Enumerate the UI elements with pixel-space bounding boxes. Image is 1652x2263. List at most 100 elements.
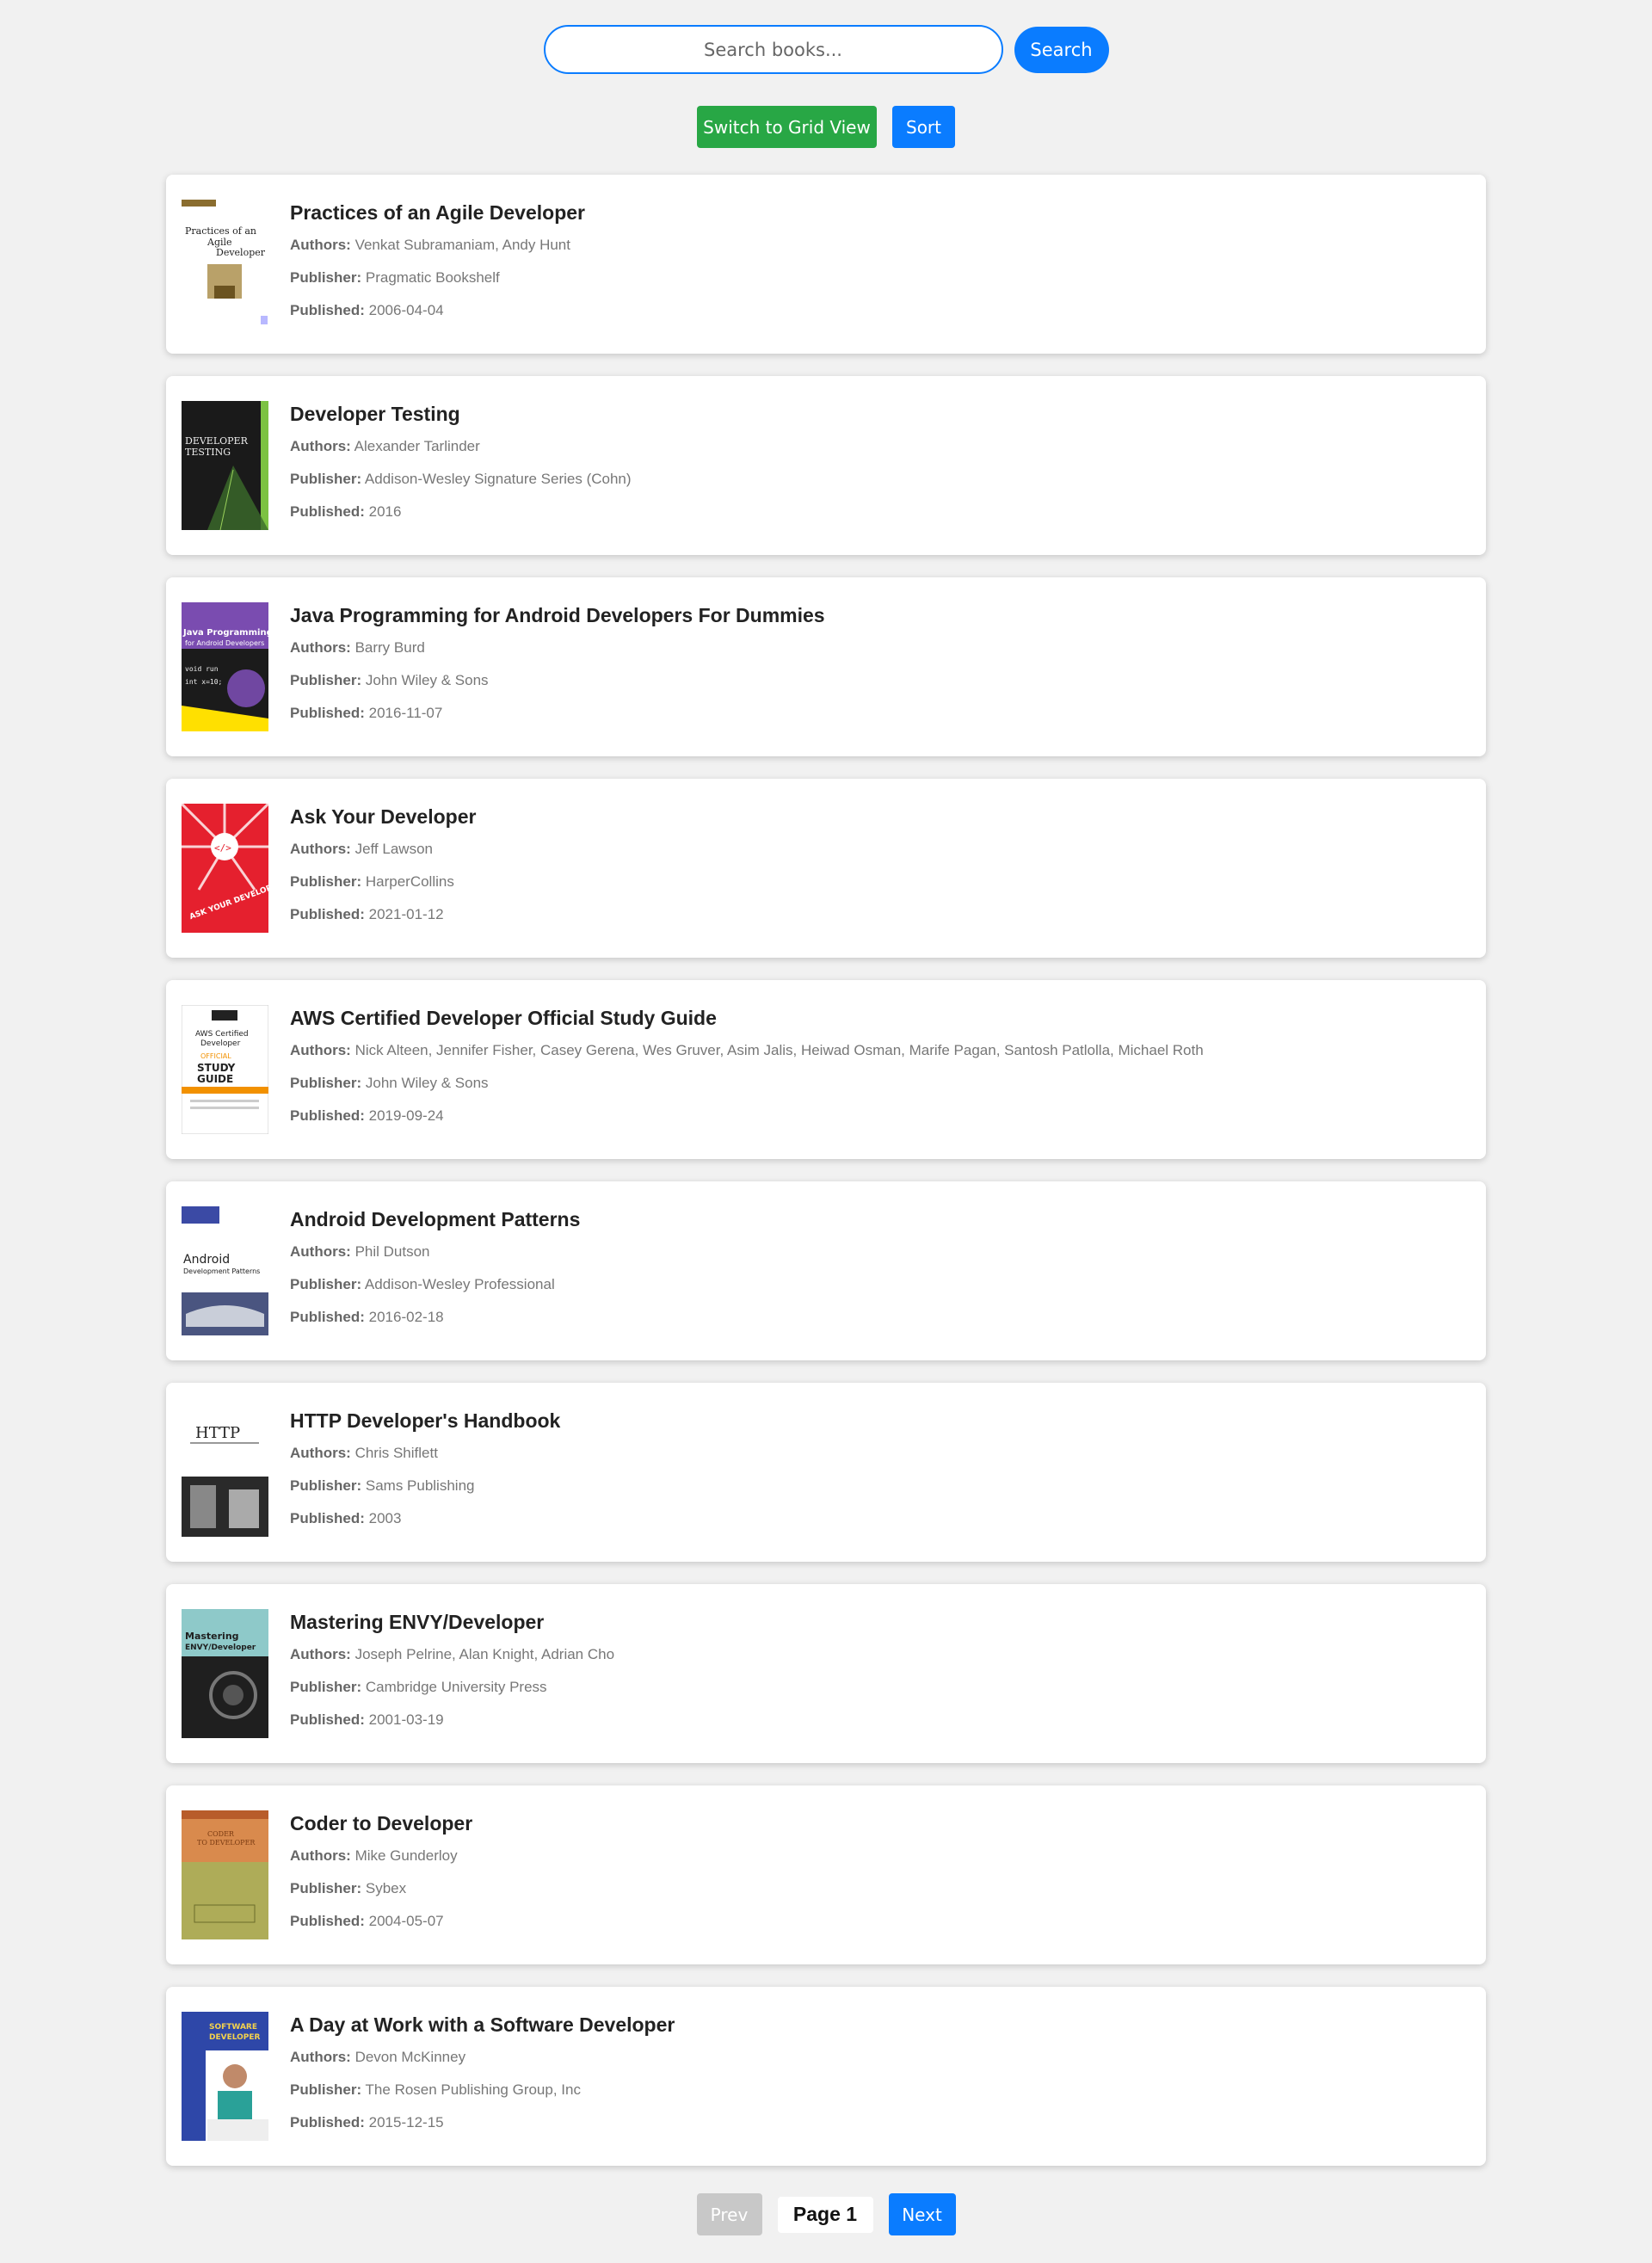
book-authors: Authors: Phil Dutson xyxy=(290,1242,1469,1261)
authors-label: Authors: xyxy=(290,1646,351,1662)
book-card[interactable]: Java Programming for Android Developers … xyxy=(166,577,1486,756)
publisher-value: Sybex xyxy=(365,1880,407,1896)
book-info: Developer Testing Authors: Alexander Tar… xyxy=(290,402,1469,521)
publisher-value: The Rosen Publishing Group, Inc xyxy=(365,2081,581,2098)
published-value: 2015-12-15 xyxy=(368,2114,444,2130)
svg-text:DEVELOPER: DEVELOPER xyxy=(209,2033,261,2042)
book-title[interactable]: Developer Testing xyxy=(290,402,1469,426)
book-card[interactable]: </> ASK YOUR DEVELOPER Ask Your Develope… xyxy=(166,779,1486,958)
view-controls: Switch to Grid View Sort xyxy=(0,106,1652,148)
book-publisher: Publisher: Addison-Wesley Signature Seri… xyxy=(290,470,1469,488)
publisher-label: Publisher: xyxy=(290,1679,362,1695)
book-info: Android Development Patterns Authors: Ph… xyxy=(290,1207,1469,1326)
publisher-value: Cambridge University Press xyxy=(365,1679,547,1695)
book-authors: Authors: Barry Burd xyxy=(290,638,1469,657)
publisher-value: HarperCollins xyxy=(365,873,454,890)
book-card[interactable]: DEVELOPER TESTING Developer Testing Auth… xyxy=(166,376,1486,555)
book-card[interactable]: Android Development Patterns Android Dev… xyxy=(166,1181,1486,1360)
authors-label: Authors: xyxy=(290,639,351,656)
book-title[interactable]: Ask Your Developer xyxy=(290,805,1469,829)
published-value: 2021-01-12 xyxy=(368,906,444,922)
book-card[interactable]: CODER TO DEVELOPER Coder to Developer Au… xyxy=(166,1785,1486,1964)
book-publisher: Publisher: Cambridge University Press xyxy=(290,1678,1469,1696)
search-button[interactable]: Search xyxy=(1014,26,1109,73)
search-input[interactable] xyxy=(543,25,1003,74)
publisher-value: Pragmatic Bookshelf xyxy=(365,269,500,286)
book-title[interactable]: Android Development Patterns xyxy=(290,1207,1469,1231)
book-card[interactable]: Practices of an Agile Developer Practice… xyxy=(166,175,1486,354)
book-card[interactable]: Mastering ENVY/Developer Mastering ENVY/… xyxy=(166,1584,1486,1763)
book-cover-java-android-dummies: Java Programming for Android Developers … xyxy=(182,602,268,731)
book-search-page: Search Switch to Grid View Sort Practice… xyxy=(0,0,1652,2263)
book-publisher: Publisher: Sams Publishing xyxy=(290,1477,1469,1495)
publisher-label: Publisher: xyxy=(290,672,362,688)
authors-value: Phil Dutson xyxy=(354,1243,430,1260)
book-card[interactable]: HTTP HTTP Developer's Handbook Authors: … xyxy=(166,1383,1486,1562)
authors-value: Chris Shiflett xyxy=(354,1445,438,1461)
book-publisher: Publisher: John Wiley & Sons xyxy=(290,1074,1469,1092)
book-card[interactable]: AWS Certified Developer OFFICIAL STUDY G… xyxy=(166,980,1486,1159)
authors-label: Authors: xyxy=(290,2049,351,2065)
published-value: 2004-05-07 xyxy=(368,1913,444,1929)
svg-text:SOFTWARE: SOFTWARE xyxy=(209,2023,257,2032)
book-title[interactable]: Mastering ENVY/Developer xyxy=(290,1610,1469,1634)
prev-page-button[interactable]: Prev xyxy=(696,2193,762,2235)
svg-text:</>: </> xyxy=(214,842,231,854)
authors-value: Devon McKinney xyxy=(354,2049,466,2065)
published-value: 2006-04-04 xyxy=(368,302,444,318)
book-title[interactable]: HTTP Developer's Handbook xyxy=(290,1409,1469,1433)
book-published: Published: 2004-05-07 xyxy=(290,1912,1469,1930)
authors-label: Authors: xyxy=(290,237,351,253)
book-authors: Authors: Joseph Pelrine, Alan Knight, Ad… xyxy=(290,1645,1469,1663)
authors-value: Jeff Lawson xyxy=(354,841,433,857)
book-published: Published: 2019-09-24 xyxy=(290,1107,1469,1125)
book-title[interactable]: Java Programming for Android Developers … xyxy=(290,603,1469,627)
publisher-label: Publisher: xyxy=(290,1075,362,1091)
svg-text:CODER: CODER xyxy=(207,1830,235,1838)
sort-button[interactable]: Sort xyxy=(892,106,955,148)
svg-text:TESTING: TESTING xyxy=(185,447,231,458)
authors-label: Authors: xyxy=(290,1847,351,1864)
published-label: Published: xyxy=(290,1913,365,1929)
publisher-value: Addison-Wesley Professional xyxy=(364,1276,555,1292)
published-label: Published: xyxy=(290,503,365,520)
book-authors: Authors: Alexander Tarlinder xyxy=(290,437,1469,455)
book-cover-android-patterns: Android Development Patterns xyxy=(182,1206,268,1335)
book-card[interactable]: SOFTWARE DEVELOPER A Day at Work with a … xyxy=(166,1987,1486,2166)
book-title[interactable]: Coder to Developer xyxy=(290,1811,1469,1835)
switch-to-grid-view-button[interactable]: Switch to Grid View xyxy=(697,106,877,148)
book-info: Ask Your Developer Authors: Jeff Lawson … xyxy=(290,805,1469,923)
publisher-value: John Wiley & Sons xyxy=(365,1075,489,1091)
book-authors: Authors: Devon McKinney xyxy=(290,2048,1469,2066)
svg-text:Mastering: Mastering xyxy=(185,1631,239,1642)
svg-text:HTTP: HTTP xyxy=(195,1424,240,1442)
publisher-label: Publisher: xyxy=(290,1276,362,1292)
authors-value: Venkat Subramaniam, Andy Hunt xyxy=(354,237,570,253)
book-title[interactable]: AWS Certified Developer Official Study G… xyxy=(290,1006,1469,1030)
book-publisher: Publisher: HarperCollins xyxy=(290,873,1469,891)
published-value: 2016-02-18 xyxy=(368,1309,444,1325)
published-label: Published: xyxy=(290,906,365,922)
authors-label: Authors: xyxy=(290,1445,351,1461)
svg-text:Java Programming: Java Programming xyxy=(182,628,268,638)
publisher-value: Sams Publishing xyxy=(365,1477,475,1494)
publisher-value: Addison-Wesley Signature Series (Cohn) xyxy=(364,471,632,487)
book-cover-mastering-envy: Mastering ENVY/Developer xyxy=(182,1609,268,1738)
book-title[interactable]: A Day at Work with a Software Developer xyxy=(290,2013,1469,2037)
book-published: Published: 2016 xyxy=(290,503,1469,521)
authors-label: Authors: xyxy=(290,438,351,454)
book-published: Published: 2016-11-07 xyxy=(290,704,1469,722)
authors-value: Mike Gunderloy xyxy=(354,1847,458,1864)
book-title[interactable]: Practices of an Agile Developer xyxy=(290,200,1469,225)
next-page-button[interactable]: Next xyxy=(888,2193,956,2235)
published-label: Published: xyxy=(290,705,365,721)
publisher-label: Publisher: xyxy=(290,269,362,286)
book-authors: Authors: Chris Shiflett xyxy=(290,1444,1469,1462)
book-cover-practices-agile-developer: Practices of an Agile Developer xyxy=(182,200,268,329)
book-info: Practices of an Agile Developer Authors:… xyxy=(290,200,1469,319)
authors-label: Authors: xyxy=(290,1243,351,1260)
book-authors: Authors: Jeff Lawson xyxy=(290,840,1469,858)
authors-value: Joseph Pelrine, Alan Knight, Adrian Cho xyxy=(354,1646,615,1662)
svg-text:DEVELOPER: DEVELOPER xyxy=(185,435,249,447)
book-info: Mastering ENVY/Developer Authors: Joseph… xyxy=(290,1610,1469,1729)
